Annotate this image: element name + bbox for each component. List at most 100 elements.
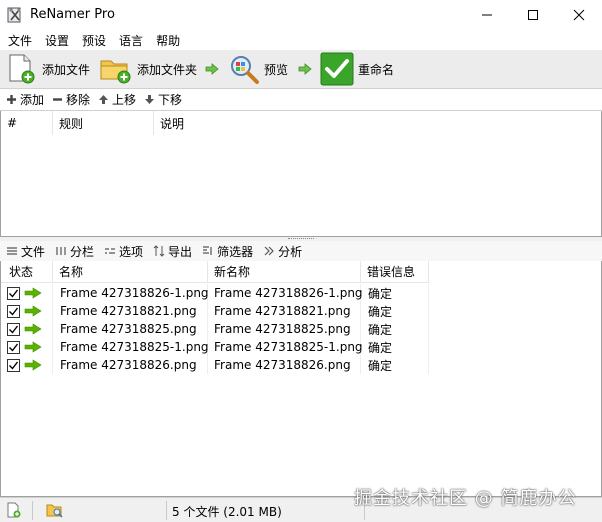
new-name-cell: Frame 427318826-1.png	[208, 284, 363, 302]
main-toolbar: 添加文件 添加文件夹 预览 重命名	[0, 50, 602, 88]
remove-rule-button[interactable]: 移除	[52, 91, 90, 108]
close-icon	[573, 9, 585, 21]
splitter-grip	[288, 238, 314, 240]
rules-table[interactable]: # 规则 说明	[0, 111, 602, 237]
arrow-right-icon	[298, 62, 312, 79]
status-summary: 5 个文件 (2.01 MB)	[172, 505, 282, 519]
maximize-icon	[528, 10, 538, 20]
files-col-name[interactable]: 名称	[53, 261, 208, 283]
file-list-icon	[7, 247, 17, 255]
move-up-button[interactable]: 上移	[98, 91, 136, 108]
row-checkbox[interactable]	[7, 322, 20, 336]
files-menu-button[interactable]: 文件	[6, 243, 45, 260]
new-name-cell: Frame 427318825-1.png	[208, 338, 363, 356]
menu-presets[interactable]: 预设	[82, 32, 106, 49]
add-rule-button[interactable]: 添加	[6, 91, 44, 108]
add-files-button[interactable]: 添加文件	[6, 50, 90, 88]
rules-col-number[interactable]: #	[1, 111, 53, 135]
file-name-cell: Frame 427318826.png	[53, 356, 208, 374]
error-cell: 确定	[361, 284, 429, 302]
files-col-status[interactable]: 状态	[1, 261, 53, 283]
filters-menu-label: 筛选器	[217, 244, 254, 259]
remove-rule-label: 移除	[66, 93, 91, 107]
minimize-button[interactable]	[464, 0, 510, 30]
app-icon	[6, 6, 24, 24]
file-row[interactable]: Frame 427318826-1.png Frame 427318826-1.p…	[1, 284, 431, 302]
error-cell: 确定	[361, 320, 429, 338]
menu-bar: 文件 设置 预设 语言 帮助	[0, 30, 602, 50]
minus-icon	[53, 98, 63, 101]
green-arrow-icon	[24, 359, 42, 371]
watermark-text: 掘金技术社区 @ 简鹿办公	[354, 488, 577, 509]
move-down-label: 下移	[158, 93, 183, 107]
filters-menu-button[interactable]: 筛选器	[202, 243, 253, 260]
green-arrow-icon	[24, 287, 42, 299]
options-menu-button[interactable]: 选项	[104, 243, 143, 260]
rename-checkmark-icon	[320, 52, 354, 86]
add-folder-button[interactable]: 添加文件夹	[99, 50, 197, 88]
file-row[interactable]: Frame 427318826.png Frame 427318826.png 确定	[1, 356, 431, 374]
arrow-down-icon	[145, 95, 155, 104]
file-name-cell: Frame 427318825.png	[53, 320, 208, 338]
status-cell	[1, 284, 53, 302]
menu-settings[interactable]: 设置	[45, 32, 69, 49]
plus-icon	[7, 95, 16, 104]
file-row[interactable]: Frame 427318825.png Frame 427318825.png 确定	[1, 320, 431, 338]
add-folder-label: 添加文件夹	[137, 62, 198, 77]
rename-label: 重命名	[358, 62, 395, 77]
menu-help[interactable]: 帮助	[156, 32, 180, 49]
new-name-cell: Frame 427318825.png	[208, 320, 361, 338]
add-files-label: 添加文件	[42, 62, 91, 77]
check-icon	[9, 361, 19, 370]
rename-button[interactable]: 重命名	[320, 50, 394, 88]
columns-menu-label: 分栏	[70, 244, 95, 259]
status-cell	[1, 338, 53, 356]
close-button[interactable]	[556, 0, 602, 30]
menu-file[interactable]: 文件	[8, 32, 32, 49]
window-title: ReNamer Pro	[30, 7, 115, 22]
new-name-cell: Frame 427318821.png	[208, 302, 361, 320]
folder-search-icon[interactable]	[46, 502, 64, 521]
add-file-icon	[9, 54, 35, 84]
files-menu-label: 文件	[21, 244, 46, 259]
rules-toolbar: 添加 移除 上移 下移	[0, 88, 602, 111]
add-folder-icon	[100, 60, 131, 84]
error-cell: 确定	[361, 302, 429, 320]
columns-menu-button[interactable]: 分栏	[55, 243, 94, 260]
rules-col-description[interactable]: 说明	[154, 111, 601, 135]
row-checkbox[interactable]	[7, 304, 20, 318]
analyze-icon	[264, 246, 274, 256]
new-name-cell: Frame 427318826.png	[208, 356, 361, 374]
green-arrow-icon	[24, 323, 42, 335]
file-row[interactable]: Frame 427318825-1.png Frame 427318825-1.p…	[1, 338, 431, 356]
arrow-right-icon	[205, 62, 219, 79]
maximize-button[interactable]	[510, 0, 556, 30]
status-cell	[1, 356, 53, 374]
row-checkbox[interactable]	[7, 340, 20, 354]
file-row[interactable]: Frame 427318821.png Frame 427318821.png 确定	[1, 302, 431, 320]
files-table[interactable]: 状态 名称 新名称 错误信息 Frame 427318826-1.png Fram…	[0, 261, 602, 497]
move-up-label: 上移	[112, 93, 137, 107]
row-checkbox[interactable]	[7, 286, 20, 300]
files-col-error[interactable]: 错误信息	[361, 261, 429, 283]
row-checkbox[interactable]	[7, 358, 20, 372]
status-separator	[166, 501, 167, 520]
status-separator	[32, 501, 33, 520]
menu-language[interactable]: 语言	[119, 32, 143, 49]
add-rule-label: 添加	[20, 93, 45, 107]
analyze-menu-button[interactable]: 分析	[263, 243, 302, 260]
files-toolbar: 文件 分栏 选项 导出 筛选器 分析	[0, 241, 602, 261]
export-icon	[153, 245, 165, 257]
rules-col-rule[interactable]: 规则	[53, 111, 154, 135]
preview-button[interactable]: 预览	[228, 50, 288, 88]
file-name-cell: Frame 427318825-1.png	[53, 338, 209, 356]
options-menu-label: 选项	[119, 244, 144, 259]
files-col-new-name[interactable]: 新名称	[208, 261, 361, 283]
file-name-cell: Frame 427318821.png	[53, 302, 208, 320]
export-menu-button[interactable]: 导出	[153, 243, 192, 260]
check-icon	[9, 343, 19, 352]
magnifier-icon	[231, 56, 259, 84]
add-file-small-icon[interactable]	[6, 502, 22, 521]
move-down-button[interactable]: 下移	[144, 91, 182, 108]
minimize-icon	[482, 14, 492, 16]
